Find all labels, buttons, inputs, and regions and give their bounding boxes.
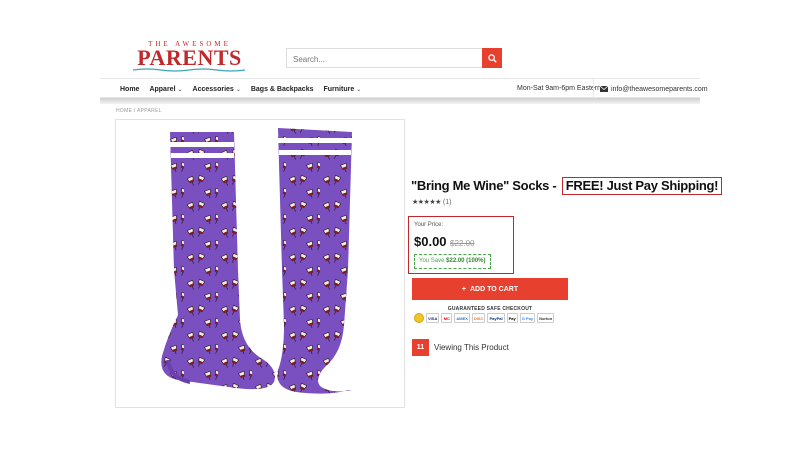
socks-image — [161, 128, 352, 394]
review-count: (1) — [442, 198, 452, 206]
safe-checkout-title: GUARANTEED SAFE CHECKOUT — [447, 306, 533, 312]
original-price: $22.00 — [450, 239, 475, 248]
nav-item-home[interactable]: Home — [120, 86, 139, 93]
search-input[interactable] — [287, 50, 477, 69]
search-bar — [286, 48, 502, 69]
product-title-text: "Bring Me Wine" Socks - — [411, 178, 560, 193]
payment-method-badge: PayPal — [487, 313, 505, 323]
nav-item-apparel[interactable]: Apparel ⌄ — [149, 86, 182, 93]
breadcrumb[interactable]: HOME / APPAREL — [116, 108, 162, 114]
store-hours: Mon-Sat 9am-6pm Eastern — [517, 85, 602, 92]
site-logo[interactable]: THE AWESOME PARENTS — [127, 40, 252, 72]
chevron-down-icon: ⌄ — [177, 86, 183, 93]
viewers-label: Viewing This Product — [434, 343, 509, 352]
savings-prefix: You Save — [419, 258, 445, 264]
nav-item-label: Furniture — [323, 85, 355, 93]
savings-amount: $22.00 (100%) — [446, 258, 486, 264]
nav-item-label: Bags & Backpacks — [250, 85, 314, 93]
add-to-cart-label: ADD TO CART — [470, 285, 519, 293]
payment-method-badge: DISC — [471, 313, 486, 323]
page: THE AWESOME PARENTS HomeApparel⌄Accessor… — [100, 30, 723, 425]
rating-stars-icon: ★★★★★ — [412, 199, 441, 206]
nav-item-bags-backpacks[interactable]: Bags & Backpacks — [251, 86, 314, 93]
product-title: "Bring Me Wine" Socks - FREE! Just Pay S… — [411, 177, 723, 195]
savings-badge: You Save $22.00 (100%) — [414, 254, 491, 269]
payment-method-badge: VISA — [426, 313, 440, 323]
price-box: Your Price: $0.00 $22.00 You Save $22.00… — [408, 216, 514, 274]
payment-method-badge: AMEX — [454, 313, 470, 323]
viewers-indicator: 11 Viewing This Product — [412, 339, 509, 356]
nav-item-accessories[interactable]: Accessories ⌄ — [193, 86, 241, 93]
search-icon — [487, 53, 497, 63]
plus-icon: + — [461, 285, 466, 293]
contact-email: info@theawesomeparents.com — [611, 85, 708, 93]
main-nav: Home Apparel ⌄ Accessories ⌄ Bags & Backpacks… — [100, 78, 708, 99]
logo-wave-icon — [133, 68, 245, 72]
payment-method-badge: Pay — [506, 313, 518, 323]
contact-email-link[interactable]: info@theawesomeparents.com — [600, 79, 708, 99]
chevron-down-icon: ⌄ — [356, 86, 362, 93]
envelope-icon — [600, 86, 608, 92]
nav-item-label: Apparel — [149, 85, 176, 93]
payment-method-badge: Norton — [537, 313, 555, 323]
nav-shadow — [100, 98, 700, 104]
nav-divider — [593, 79, 594, 99]
product-rating[interactable]: ★★★★★ (1) — [412, 198, 452, 207]
price-label: Your Price: — [414, 222, 444, 228]
chevron-down-icon: ⌄ — [235, 86, 241, 93]
viewers-count: 11 — [412, 339, 429, 356]
nav-menu: Home Apparel ⌄ Accessories ⌄ Bags & Backpacks… — [120, 79, 361, 99]
payment-method-badge: G Pay — [519, 313, 536, 323]
free-shipping-highlight: FREE! Just Pay Shipping! — [561, 177, 723, 195]
payment-method-badge: MC — [441, 313, 453, 323]
search-button[interactable] — [482, 48, 502, 68]
product-image[interactable] — [115, 119, 405, 408]
current-price: $0.00 — [414, 234, 447, 249]
add-to-cart-button[interactable]: + ADD TO CART — [412, 278, 568, 300]
payment-methods: VISA MC AMEX DISC PayPal Pay G Pay Norton — [414, 313, 555, 323]
nav-item-label: Home — [120, 85, 140, 93]
logo-text: PARENTS — [137, 45, 242, 70]
guarantee-seal-icon — [414, 313, 424, 323]
nav-item-furniture[interactable]: Furniture ⌄ — [324, 86, 362, 93]
nav-item-label: Accessories — [192, 85, 234, 93]
